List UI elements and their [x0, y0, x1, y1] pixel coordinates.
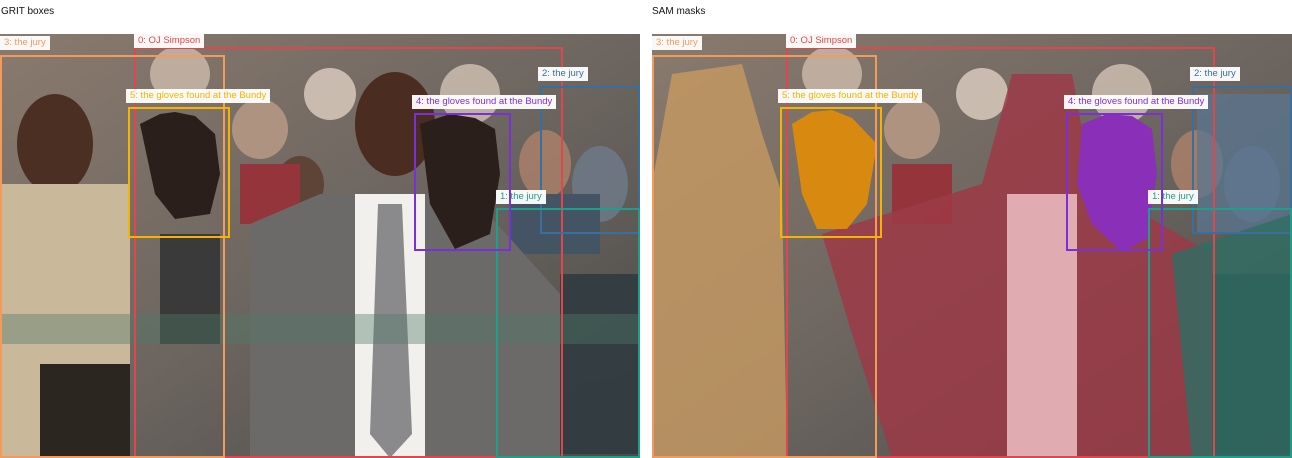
sam-label-oj-simpson: 0: OJ Simpson [786, 34, 857, 48]
sam-box-gloves-4 [1066, 113, 1163, 251]
label-jury-2: 2: the jury [538, 67, 588, 81]
sam-label-jury-2: 2: the jury [1190, 67, 1240, 81]
right-panel-title: SAM masks [652, 6, 706, 17]
sam-label-gloves-5: 5: the gloves found at the Bundy [778, 89, 923, 103]
sam-box-gloves-5 [780, 107, 882, 238]
box-gloves-5 [128, 107, 230, 238]
left-panel-title: GRIT boxes [1, 6, 55, 17]
sam-box-jury-1 [1148, 208, 1292, 458]
sam-panel: 0: OJ Simpson 3: the jury 2: the jury 1:… [652, 34, 1292, 458]
box-gloves-4 [414, 113, 511, 251]
label-jury-3: 3: the jury [0, 36, 50, 50]
sam-label-jury-3: 3: the jury [652, 36, 702, 50]
label-oj-simpson: 0: OJ Simpson [134, 34, 205, 48]
sam-label-gloves-4: 4: the gloves found at the Bundy [1064, 95, 1209, 109]
grit-panel: 0: OJ Simpson 3: the jury 2: the jury 1:… [0, 34, 640, 458]
label-gloves-5: 5: the gloves found at the Bundy [126, 89, 271, 103]
label-gloves-4: 4: the gloves found at the Bundy [412, 95, 557, 109]
box-jury-1 [496, 208, 640, 458]
